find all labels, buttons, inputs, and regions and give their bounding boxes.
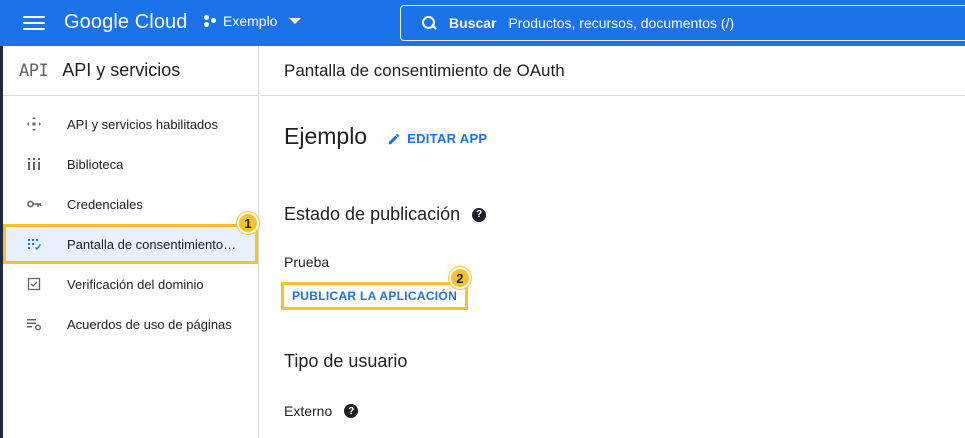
search-placeholder: Productos, recursos, documentos (/): [508, 15, 735, 31]
sidebar-item-domain-verification[interactable]: Verificación del dominio: [3, 264, 258, 304]
sidebar-nav: API y servicios habilitados Biblioteca C…: [3, 96, 259, 344]
pencil-icon: [388, 133, 400, 144]
sidebar-header: API API y servicios: [3, 46, 258, 96]
sidebar-item-credentials[interactable]: Credenciales: [3, 184, 258, 224]
library-icon: [25, 155, 43, 173]
search-label: Buscar: [449, 15, 497, 31]
sidebar-item-enabled-apis[interactable]: API y servicios habilitados: [3, 104, 258, 144]
help-icon[interactable]: ?: [472, 207, 487, 222]
user-type-row: Externo ?: [284, 403, 359, 419]
user-type-title: Tipo de usuario: [284, 351, 408, 371]
key-icon: [25, 195, 43, 213]
help-icon[interactable]: ?: [344, 404, 359, 418]
google-cloud-logo[interactable]: Google Cloud: [64, 11, 188, 34]
sidebar-item-label: Biblioteca: [67, 156, 124, 172]
search-bar[interactable]: Buscar Productos, recursos, documentos (…: [400, 5, 965, 41]
api-logo: API: [19, 60, 49, 81]
sidebar-item-oauth-consent[interactable]: Pantalla de consentimiento de OAuth 1: [3, 212, 259, 264]
publishing-status-heading: Estado de publicación: [284, 204, 461, 224]
project-selector[interactable]: Exemplo: [203, 13, 302, 29]
annotation-badge-1: 1: [237, 212, 259, 234]
chevron-down-icon: [289, 18, 302, 24]
sidebar-item-page-usage-agreements[interactable]: Acuerdos de uso de páginas: [3, 304, 258, 344]
sidebar-item-label: Pantalla de consentimiento de OAuth: [67, 236, 239, 252]
page-title: Pantalla de consentimiento de OAuth: [260, 46, 965, 96]
hamburger-menu-icon[interactable]: [20, 10, 48, 36]
sidebar-item-label: Credenciales: [67, 196, 143, 212]
consent-icon: [25, 235, 43, 253]
settings-list-icon: [25, 315, 43, 333]
sidebar-title: API y servicios: [62, 60, 181, 80]
user-type-value: Externo: [284, 403, 333, 419]
checkbox-icon: [25, 275, 43, 293]
publishing-status-title: Estado de publicación ?: [284, 204, 487, 225]
annotation-badge-2: 2: [449, 267, 471, 289]
sidebar-item-label: API y servicios habilitados: [67, 116, 219, 132]
sidebar-item-label: Acuerdos de uso de páginas: [67, 316, 232, 332]
api-icon: [25, 115, 43, 133]
sidebar-item-label: Verificación del dominio: [67, 276, 204, 292]
edit-app-button[interactable]: EDITAR APP: [387, 131, 487, 146]
search-icon: [421, 15, 437, 31]
publish-app-button[interactable]: PUBLICAR LA APLICACIÓN 2: [281, 267, 471, 310]
sidebar-item-library[interactable]: Biblioteca: [3, 144, 258, 184]
app-header: Ejemplo EDITAR APP: [284, 123, 487, 150]
project-name: Exemplo: [223, 13, 278, 29]
sidebar: API API y servicios API y servicios habi…: [3, 46, 259, 438]
edit-app-label: EDITAR APP: [407, 131, 488, 146]
content-area: Pantalla de consentimiento de OAuth Ejem…: [260, 46, 965, 438]
publishing-status-value: Prueba: [284, 254, 330, 270]
main-panel: API API y servicios API y servicios habi…: [3, 46, 965, 438]
top-bar: Google Cloud Exemplo Buscar Productos, r…: [0, 0, 965, 46]
project-icon: [203, 14, 217, 28]
app-name: Ejemplo: [284, 123, 368, 149]
publish-app-label: PUBLICAR LA APLICACIÓN: [292, 289, 458, 303]
